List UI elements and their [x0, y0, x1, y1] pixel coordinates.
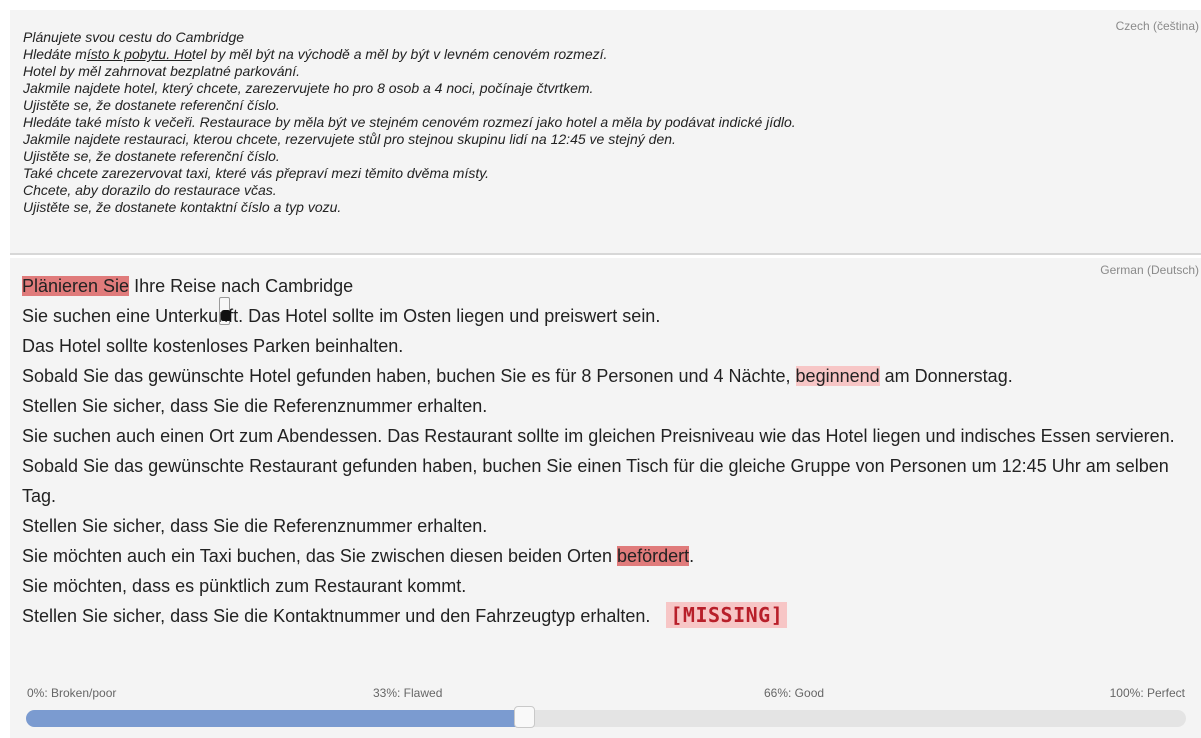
translation-line[interactable]: Sie möchten, dass es pünktlich zum Resta…	[22, 571, 1197, 601]
source-line: Plánujete svou cestu do Cambridge	[23, 29, 245, 45]
source-line: Hledáte místo k pobytu. Hotel by měl být…	[23, 46, 608, 62]
source-text-panel: Czech (čeština) Plánujete svou cestu do …	[10, 10, 1201, 255]
translation-line[interactable]: Stellen Sie sicher, dass Sie die Referen…	[22, 391, 1197, 421]
source-line: Hotel by měl zahrnovat bezplatné parková…	[23, 63, 301, 79]
source-line: Také chcete zarezervovat taxi, které vás…	[23, 165, 490, 181]
source-text: Plánujete svou cestu do Cambridge Hledát…	[23, 29, 796, 216]
translation-text[interactable]: Plänieren Sie Ihre Reise nach Cambridge …	[22, 271, 1197, 631]
missing-content-marker[interactable]: [MISSING]	[666, 602, 788, 628]
scale-label-flawed: 33%: Flawed	[373, 686, 443, 700]
scale-label-broken: 0%: Broken/poor	[27, 686, 117, 700]
pointer-hand-icon	[221, 310, 231, 321]
translation-panel[interactable]: German (Deutsch) Plänieren Sie Ihre Reis…	[10, 258, 1201, 668]
translation-line[interactable]: Sobald Sie das gewünschte Restaurant gef…	[22, 451, 1197, 511]
scale-label-perfect: 100%: Perfect	[1109, 686, 1185, 700]
translation-line[interactable]: Stellen Sie sicher, dass Sie die Referen…	[22, 511, 1197, 541]
slider-fill	[26, 710, 525, 727]
source-line: Jakmile najdete restauraci, kterou chcet…	[23, 131, 676, 147]
source-line: Ujistěte se, že dostanete referenční čís…	[23, 97, 280, 113]
error-highlight-major[interactable]: Plänieren Sie	[22, 276, 130, 296]
translation-line[interactable]: Sie suchen auch einen Ort zum Abendessen…	[22, 421, 1197, 451]
translation-line[interactable]: Sie suchen eine Unterkunft. Das Hotel so…	[22, 301, 1197, 331]
translation-line[interactable]: Stellen Sie sicher, dass Sie die Kontakt…	[22, 601, 1197, 631]
translation-line[interactable]: Das Hotel sollte kostenloses Parken bein…	[22, 331, 1197, 361]
translation-line[interactable]: Sie möchten auch ein Taxi buchen, das Si…	[22, 541, 1197, 571]
source-line: Ujistěte se, že dostanete referenční čís…	[23, 148, 280, 164]
quality-slider[interactable]	[10, 700, 1201, 738]
source-underlined-span: ísto k pobytu. Ho	[86, 46, 192, 62]
slider-handle[interactable]	[513, 706, 535, 728]
source-line: Ujistěte se, že dostanete kontaktní čísl…	[23, 199, 342, 215]
error-highlight-minor[interactable]: beginnend	[795, 366, 880, 386]
scale-label-good: 66%: Good	[764, 686, 825, 700]
slider-track[interactable]	[26, 710, 1186, 727]
translation-line[interactable]: Sobald Sie das gewünschte Hotel gefunden…	[22, 361, 1197, 391]
source-line: Hledáte také místo k večeři. Restaurace …	[23, 114, 796, 130]
source-line: Chcete, aby dorazilo do restaurace včas.	[23, 182, 277, 198]
source-line: Jakmile najdete hotel, který chcete, zar…	[23, 80, 594, 96]
source-language-label: Czech (čeština)	[1115, 19, 1199, 33]
error-highlight-major[interactable]: befördert	[617, 546, 690, 566]
annotation-page: Czech (čeština) Plánujete svou cestu do …	[0, 0, 1201, 738]
translation-line[interactable]: Plänieren Sie Ihre Reise nach Cambridge	[22, 271, 1197, 301]
